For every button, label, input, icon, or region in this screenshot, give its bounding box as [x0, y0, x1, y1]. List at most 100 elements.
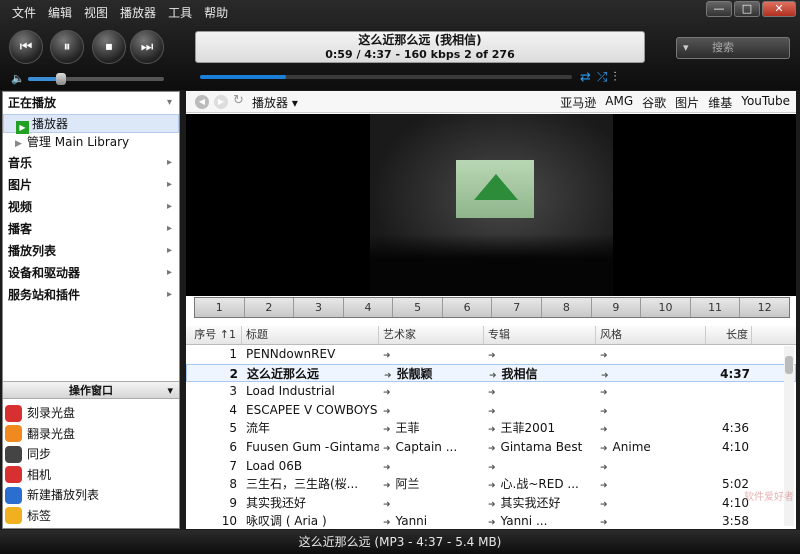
volume-knob[interactable] — [55, 73, 66, 85]
sidebar-category[interactable]: 播放列表 ▸ — [3, 240, 179, 262]
table-row[interactable]: 7 Load 06B ➜ ➜ ➜ — [186, 457, 796, 476]
web-link[interactable]: 图片 — [675, 94, 699, 111]
link-arrow-icon[interactable]: ➜ — [488, 444, 496, 454]
chapter-button[interactable]: 10 — [641, 298, 691, 317]
column-header[interactable]: 艺术家 — [379, 326, 484, 344]
link-arrow-icon[interactable]: ➜ — [600, 500, 608, 510]
chevron-right-icon[interactable]: ▸ — [167, 174, 172, 196]
link-arrow-icon[interactable]: ➜ — [384, 371, 392, 381]
chevron-down-icon[interactable]: ▾ — [167, 382, 173, 399]
search-input[interactable]: ▾ 搜索 — [676, 37, 790, 59]
link-arrow-icon[interactable]: ➜ — [600, 351, 608, 361]
previous-track-button[interactable]: ⏮ — [9, 30, 43, 64]
chapter-button[interactable]: 12 — [740, 298, 789, 317]
web-link[interactable]: AMG — [605, 94, 633, 111]
sidebar-category[interactable]: 音乐 ▸ — [3, 152, 179, 174]
menu-item[interactable]: 工具 — [162, 4, 198, 22]
action-item[interactable]: 同步 — [5, 444, 175, 465]
web-link[interactable]: 维基 — [708, 94, 732, 111]
link-arrow-icon[interactable]: ➜ — [383, 518, 391, 528]
video-player[interactable] — [186, 114, 796, 296]
pause-button[interactable]: ⏸ — [50, 30, 84, 64]
chapter-button[interactable]: 11 — [691, 298, 741, 317]
chevron-right-icon[interactable]: ▸ — [167, 152, 172, 174]
menu-item[interactable]: 视图 — [78, 4, 114, 22]
link-arrow-icon[interactable]: ➜ — [383, 500, 391, 510]
chevron-right-icon[interactable]: ▸ — [167, 196, 172, 218]
column-header[interactable]: 专辑 — [484, 326, 596, 344]
link-arrow-icon[interactable]: ➜ — [600, 407, 608, 417]
link-arrow-icon[interactable]: ➜ — [383, 425, 391, 435]
chapter-button[interactable]: 2 — [245, 298, 295, 317]
menu-item[interactable]: 文件 — [6, 4, 42, 22]
chapter-button[interactable]: 5 — [393, 298, 443, 317]
link-arrow-icon[interactable]: ➜ — [488, 351, 496, 361]
link-arrow-icon[interactable]: ➜ — [600, 388, 608, 398]
column-header[interactable]: 标题 — [242, 326, 379, 344]
chapter-button[interactable]: 8 — [542, 298, 592, 317]
scrollbar-thumb[interactable] — [785, 356, 793, 374]
chapter-button[interactable]: 4 — [344, 298, 394, 317]
chapter-button[interactable]: 1 — [195, 298, 245, 317]
action-item[interactable]: 新建播放列表 — [5, 485, 175, 506]
chapter-button[interactable]: 7 — [492, 298, 543, 317]
stop-button[interactable]: ⏹ — [92, 30, 126, 64]
link-arrow-icon[interactable]: ➜ — [488, 407, 496, 417]
link-arrow-icon[interactable]: ➜ — [383, 407, 391, 417]
menu-item[interactable]: 帮助 — [198, 4, 234, 22]
action-item[interactable]: 标签 — [5, 506, 175, 527]
action-item[interactable]: 翻录光盘 — [5, 424, 175, 445]
link-arrow-icon[interactable]: ➜ — [600, 444, 608, 454]
action-item[interactable]: 相机 — [5, 465, 175, 486]
web-link[interactable]: 亚马逊 — [560, 94, 596, 111]
link-arrow-icon[interactable]: ➜ — [600, 463, 608, 473]
action-item[interactable]: 刻录光盘 — [5, 403, 175, 424]
expand-icon[interactable]: ▶ — [15, 139, 22, 149]
table-row[interactable]: 9 其实我还好 ➜ ➜ 其实我还好 ➜ 4:10 — [186, 494, 796, 513]
link-arrow-icon[interactable]: ➜ — [383, 463, 391, 473]
search-dropdown-icon[interactable]: ▾ — [683, 41, 689, 54]
chevron-down-icon[interactable]: ▾ — [167, 92, 172, 114]
chapter-button[interactable]: 3 — [294, 298, 344, 317]
equalizer-icon[interactable]: ⫶ — [613, 70, 616, 85]
sidebar-category[interactable]: 播客 ▸ — [3, 218, 179, 240]
volume-slider[interactable] — [28, 73, 164, 85]
link-arrow-icon[interactable]: ➜ — [488, 388, 496, 398]
sidebar-now-playing[interactable]: 正在播放 ▾ — [3, 92, 179, 114]
seek-bar[interactable] — [200, 75, 572, 79]
link-arrow-icon[interactable]: ➜ — [383, 388, 391, 398]
table-row[interactable]: 2 这么近那么远 ➜ 张靓颖 ➜ 我相信 ➜ 4:37 — [186, 363, 796, 383]
link-arrow-icon[interactable]: ➜ — [488, 425, 496, 435]
table-row[interactable]: 6 Fuusen Gum -Gintama ... ➜ Captain ... ➜ Gin… — [186, 438, 796, 457]
link-arrow-icon[interactable]: ➜ — [489, 371, 497, 381]
sidebar-category[interactable]: 视频 ▸ — [3, 196, 179, 218]
link-arrow-icon[interactable]: ➜ — [601, 371, 609, 381]
chapter-button[interactable]: 6 — [443, 298, 493, 317]
table-row[interactable]: 10 咏叹调 ( Aria ) ➜ Yanni ➜ Yanni ... ➜ 3:58 — [186, 512, 796, 531]
chevron-right-icon[interactable]: ▸ — [167, 218, 172, 240]
chevron-right-icon[interactable]: ▸ — [167, 262, 172, 284]
refresh-icon[interactable]: ↻ — [233, 93, 244, 108]
breadcrumb[interactable]: 播放器 ▾ — [252, 94, 298, 111]
actions-panel-header[interactable]: 操作窗口 ▾ — [3, 381, 179, 399]
link-arrow-icon[interactable]: ➜ — [600, 425, 608, 435]
link-arrow-icon[interactable]: ➜ — [488, 500, 496, 510]
link-arrow-icon[interactable]: ➜ — [383, 481, 391, 491]
table-row[interactable]: 8 三生石，三生路(桜... ➜ 阿兰 ➜ 心.战~RED ... ➜ 5:02 — [186, 475, 796, 494]
minimize-button[interactable]: — — [706, 1, 732, 17]
link-arrow-icon[interactable]: ➜ — [488, 481, 496, 491]
menu-item[interactable]: 播放器 — [114, 4, 162, 22]
link-arrow-icon[interactable]: ➜ — [488, 518, 496, 528]
column-header[interactable]: 长度 — [706, 326, 752, 344]
link-arrow-icon[interactable]: ➜ — [383, 444, 391, 454]
web-link[interactable]: 谷歌 — [642, 94, 666, 111]
table-row[interactable]: 3 Load Industrial ➜ ➜ ➜ — [186, 382, 796, 401]
column-header[interactable]: 风格 — [596, 326, 706, 344]
sidebar-category[interactable]: 设备和驱动器 ▸ — [3, 262, 179, 284]
column-header[interactable]: 序号 ↑1 — [186, 326, 242, 344]
next-track-button[interactable]: ⏭ — [130, 30, 164, 64]
link-arrow-icon[interactable]: ➜ — [600, 518, 608, 528]
sidebar-item-player[interactable]: ▶ 播放器 — [3, 114, 179, 134]
menu-item[interactable]: 编辑 — [42, 4, 78, 22]
back-icon[interactable]: ◀ — [195, 95, 209, 109]
